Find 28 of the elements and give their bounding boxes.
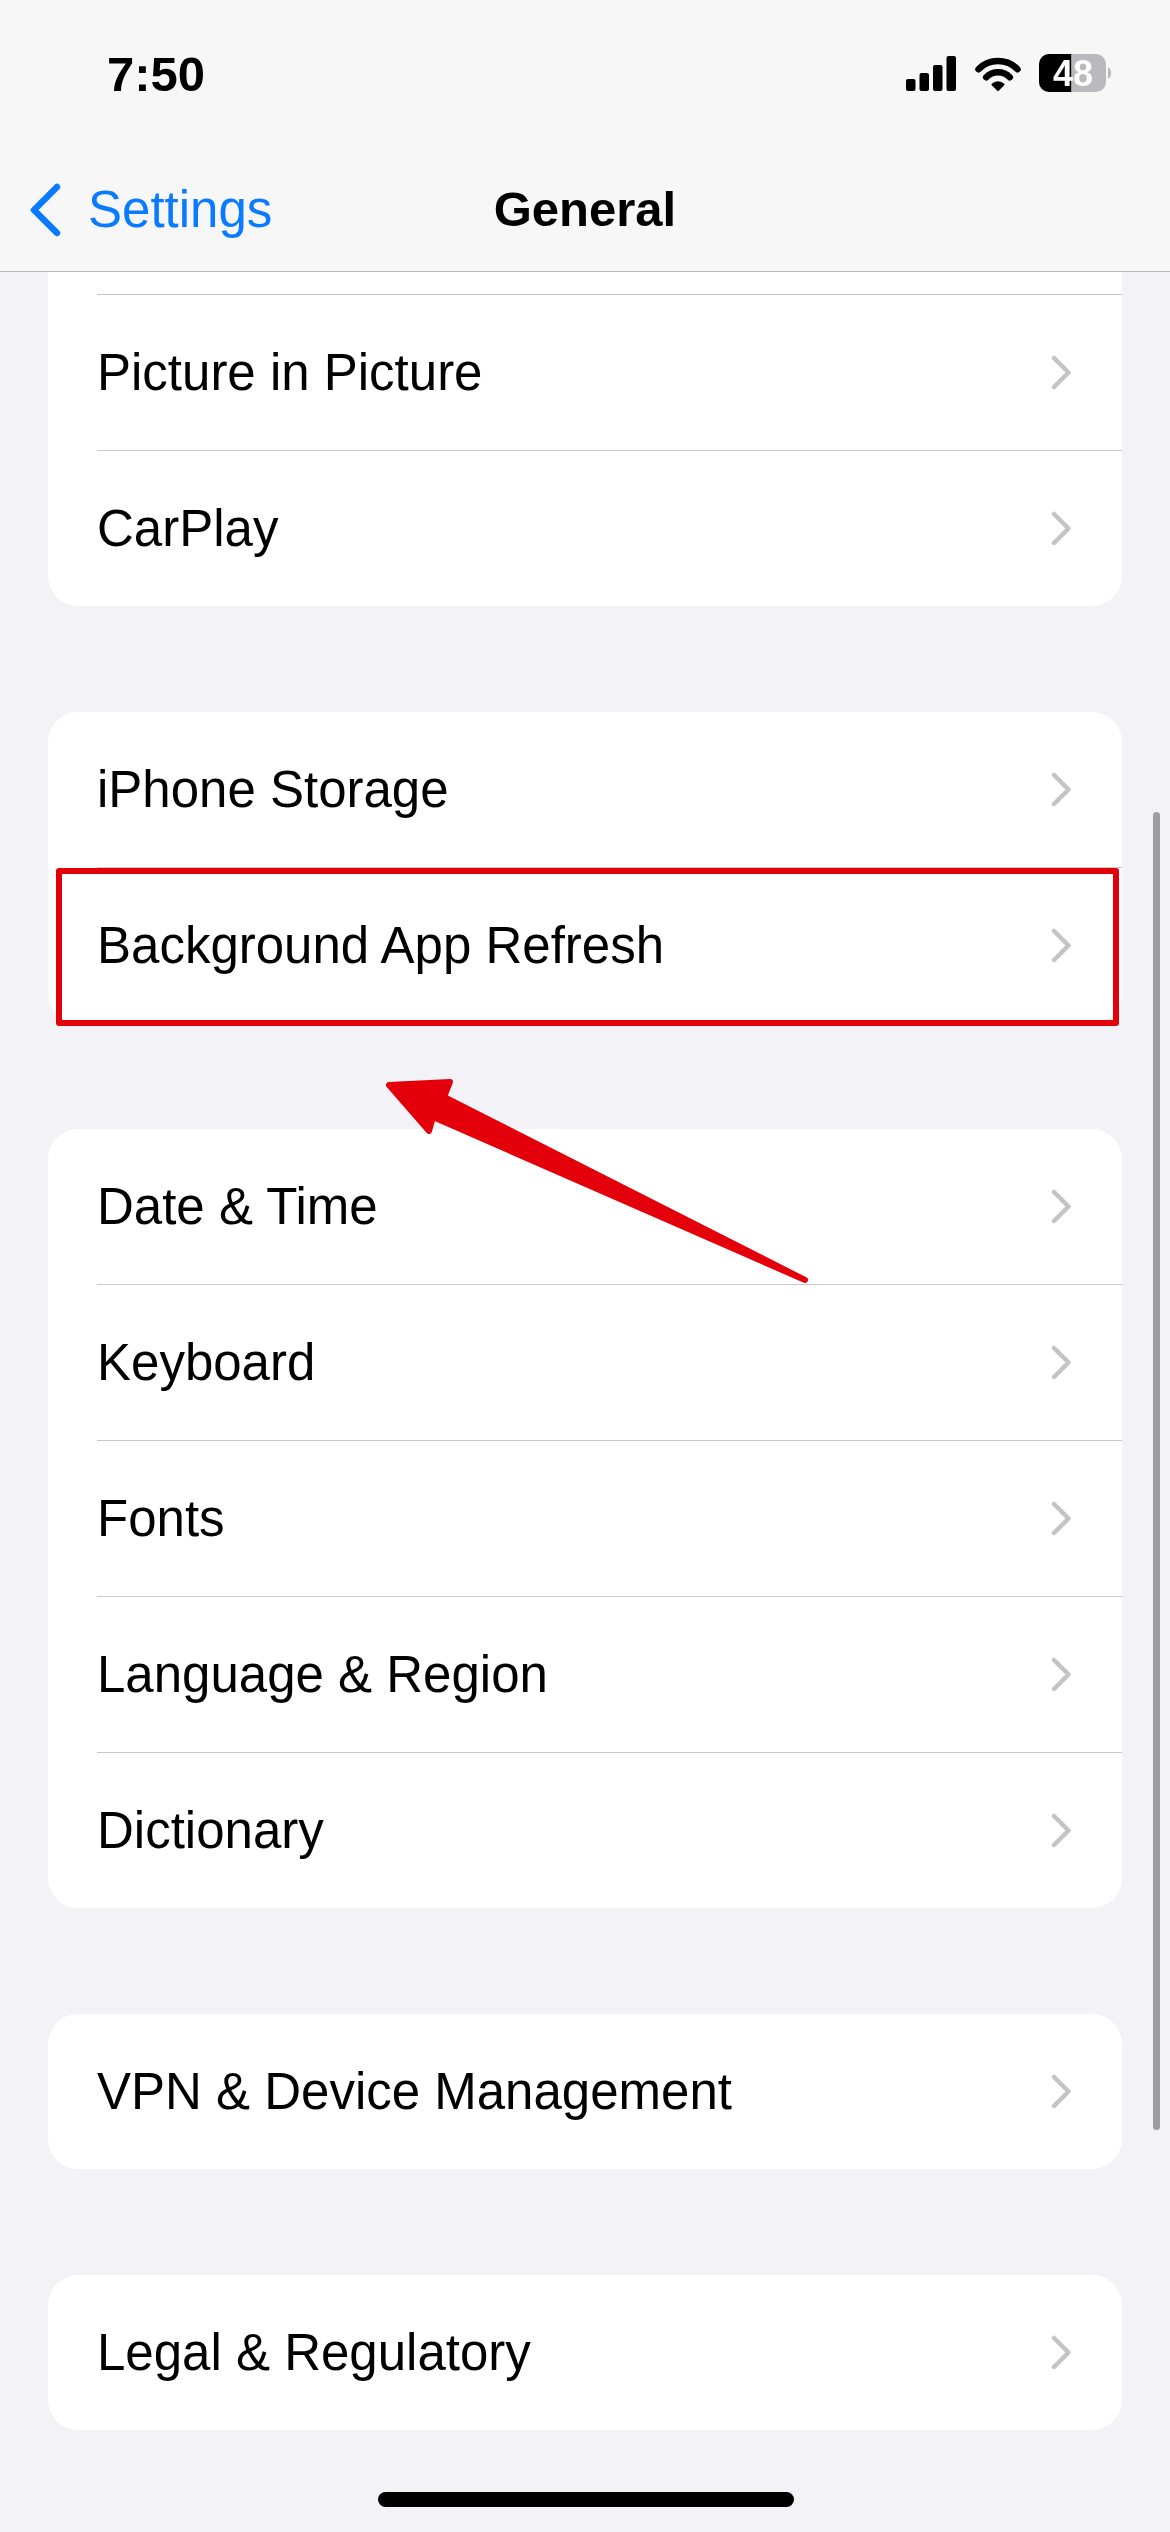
chevron-right-icon: [1051, 1657, 1072, 1692]
chevron-left-icon: [28, 182, 62, 237]
back-button[interactable]: Settings: [28, 182, 273, 237]
chevron-right-icon: [1051, 928, 1072, 963]
signal-icon: [906, 55, 956, 91]
chevron-right-icon: [1051, 2074, 1072, 2109]
settings-row[interactable]: VPN & Device Management: [48, 2014, 1122, 2169]
settings-row[interactable]: Picture in Picture: [48, 295, 1122, 450]
settings-row[interactable]: Date & Time: [48, 1129, 1122, 1284]
chevron-right-icon: [1051, 355, 1072, 390]
chevron-right-icon: [1051, 511, 1072, 546]
chevron-right-icon: [1051, 1345, 1072, 1380]
chevron-right-icon: [1051, 1813, 1072, 1848]
settings-row[interactable]: Keyboard: [48, 1285, 1122, 1440]
settings-row[interactable]: Legal & Regulatory: [48, 2275, 1122, 2430]
settings-row[interactable]: Language & Region: [48, 1597, 1122, 1752]
chevron-right-icon: [1051, 2335, 1072, 2370]
status-time: 7:50: [107, 49, 206, 99]
settings-row[interactable]: iPhone Storage: [48, 712, 1122, 867]
chevron-right-icon: [1051, 772, 1072, 807]
settings-row[interactable]: CarPlay: [48, 451, 1122, 606]
settings-row[interactable]: Background App Refresh: [48, 868, 1122, 1023]
wifi-icon: [974, 55, 1022, 91]
chevron-right-icon: [1051, 1189, 1072, 1224]
nav-title: General: [493, 185, 677, 234]
chevron-right-icon: [1051, 1501, 1072, 1536]
settings-row[interactable]: Dictionary: [48, 1753, 1122, 1908]
settings-row[interactable]: Fonts: [48, 1441, 1122, 1596]
